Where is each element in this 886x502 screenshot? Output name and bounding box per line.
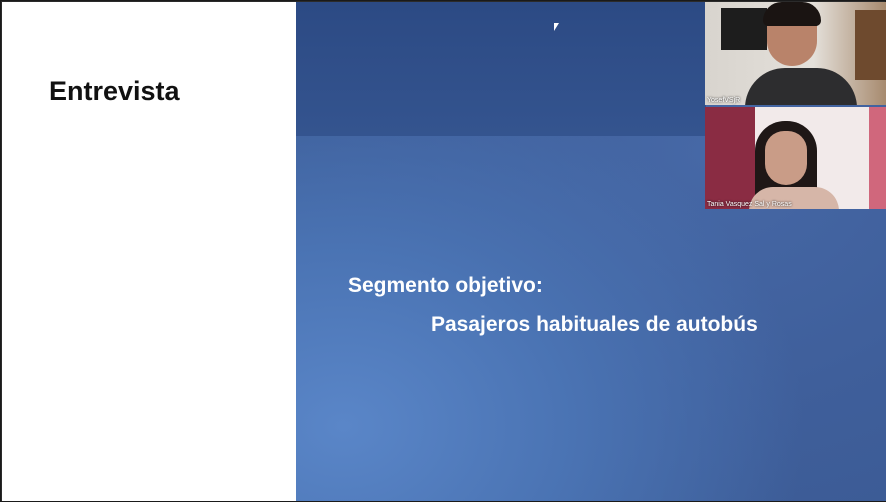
- video-background: [705, 107, 755, 209]
- video-background-tv: [721, 8, 767, 50]
- segment-label: Segmento objetivo:: [348, 274, 543, 297]
- slide-top-band: [296, 2, 706, 136]
- meeting-window: Entrevista Segmento objetivo: Pasajeros …: [0, 0, 886, 502]
- participant-face: [765, 131, 807, 185]
- participant-video-tile[interactable]: YosefVSjR: [705, 2, 886, 105]
- participant-name-label: YosefVSjR: [707, 97, 741, 104]
- participant-hair: [763, 2, 821, 26]
- participant-name-label: Tania Vasquez Sal y Rosas: [707, 201, 792, 208]
- segment-value: Pasajeros habituales de autobús: [431, 313, 758, 336]
- video-background-door: [855, 10, 886, 80]
- mouse-pointer-icon: [554, 23, 559, 31]
- video-background-strip: [869, 107, 886, 209]
- slide-left-panel: Entrevista: [2, 2, 296, 501]
- participant-video-tile[interactable]: Tania Vasquez Sal y Rosas: [705, 107, 886, 209]
- slide-title: Entrevista: [49, 76, 180, 106]
